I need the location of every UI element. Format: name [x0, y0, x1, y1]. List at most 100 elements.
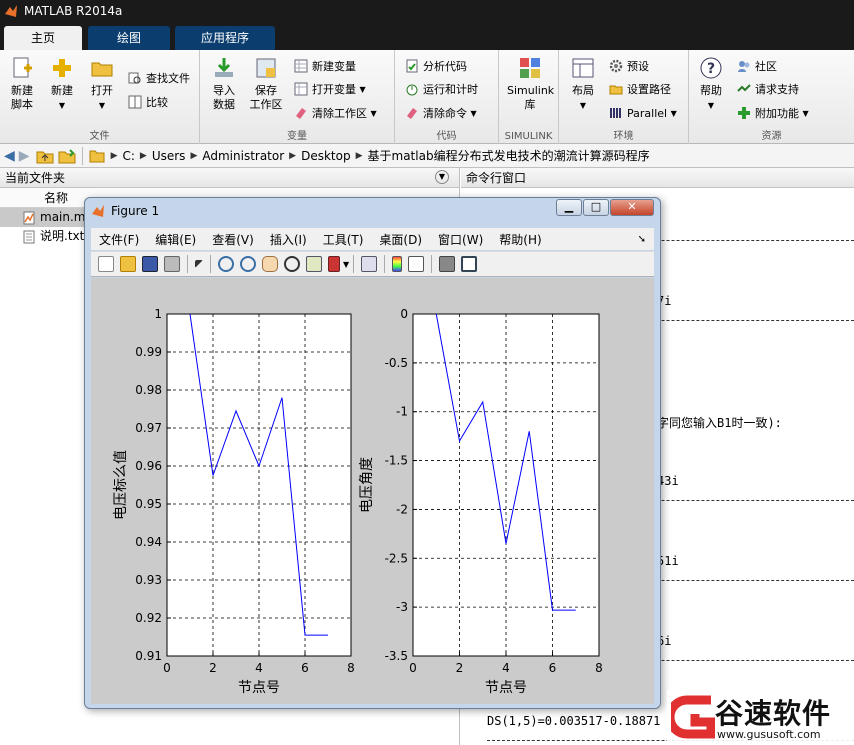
y-tick-label: 0	[400, 307, 408, 321]
legend-icon[interactable]	[408, 256, 425, 272]
tab-apps[interactable]: 应用程序	[175, 26, 275, 50]
back-arrow-icon[interactable]: ◀	[4, 148, 15, 164]
gear-icon	[609, 59, 623, 73]
find-files-button[interactable]: 查找文件	[128, 68, 190, 88]
x-tick-label: 8	[347, 661, 355, 675]
forward-arrow-icon[interactable]: ▶	[19, 148, 30, 164]
breadcrumb-drive[interactable]: C:	[122, 149, 134, 163]
svg-text:?: ?	[707, 61, 715, 77]
community-button[interactable]: 社区	[737, 56, 777, 76]
section-label-file: 文件	[89, 131, 110, 142]
new-button[interactable]: 新建 ▼	[42, 56, 82, 113]
tab-home[interactable]: 主页	[4, 26, 82, 50]
clear-commands-icon	[407, 108, 417, 119]
save-figure-icon[interactable]	[142, 256, 158, 272]
chevron-down-icon: ▼	[579, 101, 587, 110]
breadcrumb-desktop[interactable]: Desktop	[301, 149, 351, 163]
plots-svg: 0 2 4 6 8 0.91 0.92 0.93 0.94 0.95 0.96 0.97 0.98 0.9…	[113, 307, 603, 696]
menu-help[interactable]: 帮助(H)	[499, 231, 541, 248]
new-script-button[interactable]: 新建 脚本	[2, 56, 42, 112]
menu-desktop[interactable]: 桌面(D)	[379, 231, 422, 248]
parallel-button[interactable]: Parallel ▼	[609, 103, 677, 123]
hide-plot-tools-icon[interactable]	[439, 256, 456, 272]
analyze-code-button[interactable]: 分析代码	[405, 56, 467, 76]
watermark: 谷速软件 www.gususoft.com	[667, 690, 854, 745]
matlab-figure-icon	[92, 205, 104, 217]
rotate-3d-icon[interactable]	[284, 256, 300, 272]
chevron-down-icon: ▼	[802, 108, 809, 118]
zoom-out-icon[interactable]	[240, 256, 256, 272]
run-and-time-button[interactable]: 运行和计时	[405, 79, 478, 99]
menu-file[interactable]: 文件(F)	[99, 231, 139, 248]
new-plus-icon	[53, 59, 71, 77]
file-name: main.m	[40, 210, 86, 224]
new-variable-button[interactable]: 新建变量	[294, 56, 356, 76]
menu-edit[interactable]: 编辑(E)	[155, 231, 196, 248]
clear-commands-button[interactable]: 清除命令 ▼	[405, 103, 477, 123]
y-tick-label: -0.5	[385, 356, 408, 370]
x-tick-label: 0	[163, 661, 171, 675]
compare-button[interactable]: 比较	[128, 92, 168, 112]
maximize-button[interactable]: □	[583, 199, 609, 216]
import-data-button[interactable]: 导入 数据	[204, 56, 244, 112]
panel-menu-icon[interactable]: ▼	[435, 170, 449, 184]
set-path-button[interactable]: 设置路径	[609, 79, 671, 99]
close-button[interactable]: ✕	[610, 199, 654, 216]
chevron-down-icon: ▼	[359, 84, 366, 94]
layout-icon	[572, 58, 594, 78]
ribbon-section-file: 新建 脚本 新建 ▼ 打开 ▼ 查找文件 比较 文件	[0, 50, 200, 144]
y-tick-label: -3.5	[385, 649, 408, 663]
open-file-icon[interactable]	[120, 256, 136, 272]
y-tick-label: 0.94	[135, 535, 162, 549]
add-ons-icon	[738, 107, 750, 119]
path-separator-icon: ▶	[355, 150, 363, 161]
tab-plots[interactable]: 绘图	[88, 26, 170, 50]
open-variable-button[interactable]: 打开变量 ▼	[294, 79, 366, 99]
zoom-in-icon[interactable]	[218, 256, 234, 272]
menu-window[interactable]: 窗口(W)	[438, 231, 483, 248]
figure-canvas[interactable]: 0 2 4 6 8 0.91 0.92 0.93 0.94 0.95 0.96 0.97 0.98 0.9…	[91, 278, 654, 704]
up-folder-icon[interactable]	[36, 148, 54, 164]
y-tick-label: 0.95	[135, 497, 162, 511]
set-path-icon	[609, 85, 623, 95]
simulink-library-button[interactable]: Simulink 库	[507, 56, 554, 112]
save-workspace-button[interactable]: 保存 工作区	[246, 56, 286, 112]
menu-insert[interactable]: 插入(I)	[270, 231, 307, 248]
parallel-icon	[610, 108, 621, 118]
pan-hand-icon[interactable]	[262, 256, 278, 272]
breadcrumb-users[interactable]: Users	[152, 149, 186, 163]
brush-icon[interactable]	[328, 256, 340, 272]
new-figure-icon[interactable]	[98, 256, 114, 272]
minimize-button[interactable]: ▁	[556, 199, 582, 216]
preferences-button[interactable]: 预设	[609, 56, 649, 76]
help-icon: ?	[700, 57, 722, 79]
window-title: MATLAB R2014a	[24, 4, 123, 18]
chevron-down-icon[interactable]: ▼	[343, 260, 349, 269]
add-ons-button[interactable]: 附加功能 ▼	[737, 103, 809, 123]
menu-view[interactable]: 查看(V)	[212, 231, 254, 248]
print-figure-icon[interactable]	[164, 256, 180, 272]
section-label-resources: 资源	[761, 131, 782, 142]
clear-workspace-button[interactable]: 清除工作区 ▼	[294, 103, 377, 123]
address-bar: ◀ ▶ ▶ C: ▶ Users ▶ Administrator ▶ Deskt…	[0, 144, 854, 168]
y-tick-label: 0.96	[135, 459, 162, 473]
browse-folder-icon[interactable]	[58, 148, 76, 164]
dock-arrow-icon[interactable]: ➘	[638, 234, 646, 245]
show-plot-tools-icon[interactable]	[461, 256, 478, 272]
open-button[interactable]: 打开 ▼	[82, 56, 122, 113]
breadcrumb-administrator[interactable]: Administrator	[202, 149, 284, 163]
command-output-line: DS(1,5)=0.003517-0.18871	[487, 714, 661, 728]
edit-plot-icon[interactable]	[195, 260, 203, 268]
request-support-button[interactable]: 请求支持	[737, 79, 799, 99]
breadcrumb-project-folder[interactable]: 基于matlab编程分布式发电技术的潮流计算源码程序	[368, 147, 650, 164]
layout-button[interactable]: 布局 ▼	[563, 56, 603, 113]
chevron-down-icon: ▼	[470, 108, 477, 118]
colorbar-icon[interactable]	[392, 256, 403, 272]
data-cursor-icon[interactable]	[306, 256, 322, 272]
x-tick-label: 8	[595, 661, 603, 675]
new-script-icon	[13, 57, 32, 78]
figure-window[interactable]: Figure 1 ▁ □ ✕ 文件(F) 编辑(E) 查看(V) 插入(I) 工…	[84, 197, 661, 709]
help-button[interactable]: ? 帮助 ▼	[691, 56, 731, 113]
menu-tools[interactable]: 工具(T)	[323, 231, 364, 248]
link-plot-icon[interactable]	[361, 256, 378, 272]
